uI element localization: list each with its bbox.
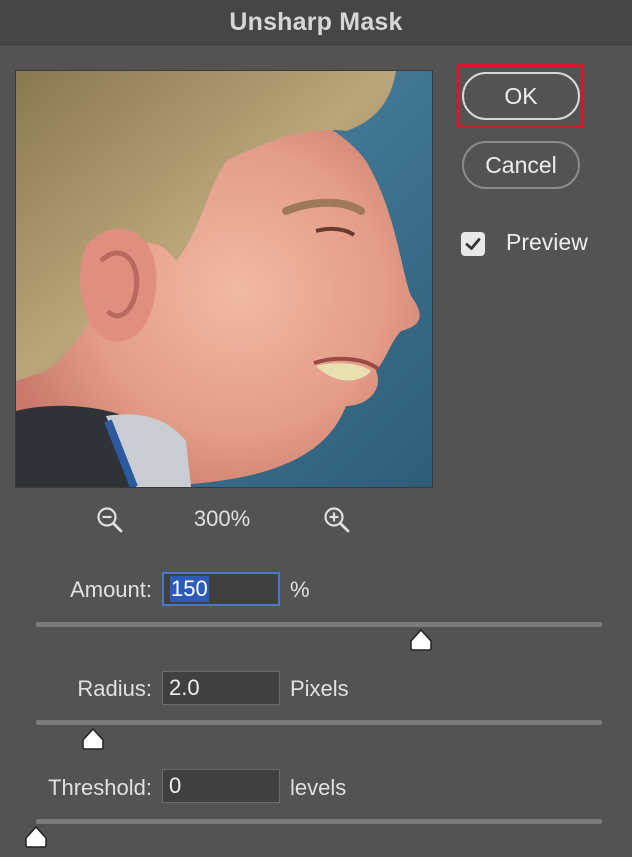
preview-checkbox[interactable]	[461, 232, 485, 256]
title-bar: Unsharp Mask	[0, 0, 632, 45]
checkmark-icon	[465, 238, 481, 250]
threshold-slider-track[interactable]	[36, 819, 602, 824]
threshold-input[interactable]: 0	[162, 769, 280, 803]
threshold-unit: levels	[290, 775, 347, 800]
radius-value: 2.0	[169, 675, 200, 700]
face-preview-graphic	[16, 71, 432, 487]
dialog-title: Unsharp Mask	[229, 7, 403, 36]
amount-slider-track[interactable]	[36, 622, 602, 627]
radius-unit: Pixels	[290, 676, 349, 701]
amount-value: 150	[170, 576, 209, 602]
preview-image[interactable]	[15, 70, 433, 488]
amount-input[interactable]: 150	[162, 572, 280, 606]
preview-label: Preview	[506, 229, 588, 255]
zoom-level: 300%	[193, 506, 251, 531]
threshold-slider-thumb[interactable]	[24, 825, 48, 849]
radius-input[interactable]: 2.0	[162, 671, 280, 705]
ok-button[interactable]: OK	[462, 72, 580, 120]
threshold-value: 0	[169, 773, 182, 798]
radius-label: Radius:	[77, 676, 152, 701]
cancel-button[interactable]: Cancel	[462, 141, 580, 189]
threshold-label: Threshold:	[48, 775, 152, 800]
zoom-out-icon	[97, 507, 123, 533]
radius-slider-thumb[interactable]	[81, 727, 105, 751]
amount-label: Amount:	[70, 577, 152, 602]
zoom-in-icon	[324, 507, 350, 533]
unsharp-mask-dialog: Unsharp Mask 300% OK Cancel Preview Amou…	[0, 0, 632, 857]
zoom-in-button[interactable]	[320, 503, 354, 537]
zoom-out-button[interactable]	[93, 503, 127, 537]
amount-unit: %	[290, 577, 310, 602]
radius-slider-track[interactable]	[36, 720, 602, 725]
amount-slider-thumb[interactable]	[409, 628, 433, 652]
